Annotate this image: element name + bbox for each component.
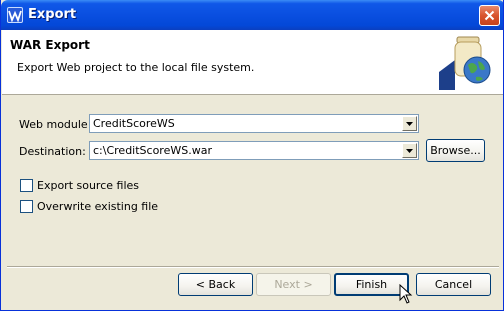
overwrite-checkbox[interactable]: [20, 200, 33, 213]
page-title: WAR Export: [10, 38, 90, 52]
next-button[interactable]: Next >: [256, 273, 331, 296]
export-source-label[interactable]: Export source files: [37, 179, 139, 192]
window-title: Export: [28, 7, 77, 22]
web-module-label: Web module:: [19, 118, 92, 131]
mouse-cursor-icon: [399, 283, 413, 309]
wizard-icon: [7, 7, 23, 23]
destination-label: Destination:: [19, 145, 86, 158]
destination-combo[interactable]: c:\CreditScoreWS.war: [89, 141, 419, 160]
cancel-button[interactable]: Cancel: [416, 273, 491, 296]
close-button[interactable]: [479, 5, 500, 26]
back-button[interactable]: < Back: [178, 273, 253, 296]
destination-value: c:\CreditScoreWS.war: [93, 144, 212, 157]
page-description: Export Web project to the local file sys…: [17, 61, 255, 74]
chevron-down-icon[interactable]: [402, 143, 417, 158]
close-icon: [484, 10, 495, 21]
browse-button[interactable]: Browse...: [426, 139, 485, 162]
finish-button[interactable]: Finish: [334, 273, 409, 296]
chevron-down-icon[interactable]: [402, 116, 417, 131]
overwrite-label[interactable]: Overwrite existing file: [37, 200, 158, 213]
web-module-combo[interactable]: CreditScoreWS: [89, 114, 419, 133]
footer-separator: [7, 266, 499, 268]
export-jar-globe-icon: [435, 34, 495, 90]
export-source-checkbox[interactable]: [20, 179, 33, 192]
web-module-value: CreditScoreWS: [93, 117, 175, 130]
export-dialog: Export WAR Export Export Web project to …: [0, 0, 504, 311]
wizard-header: WAR Export Export Web project to the loc…: [2, 30, 503, 95]
title-bar[interactable]: Export: [1, 0, 503, 30]
